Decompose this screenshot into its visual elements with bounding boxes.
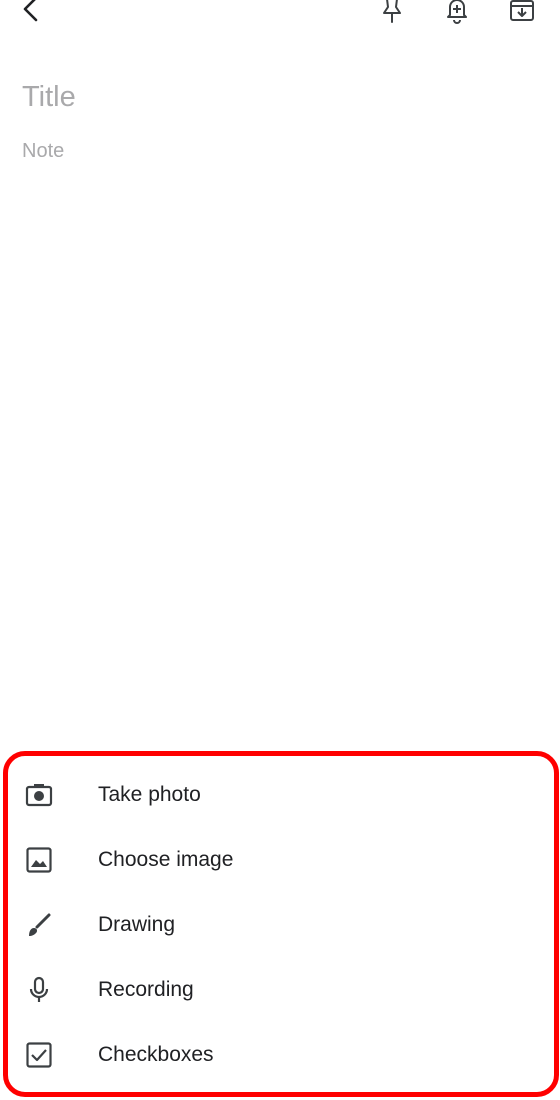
recording-label: Recording <box>98 978 194 1001</box>
drawing-label: Drawing <box>98 913 176 936</box>
microphone-icon <box>25 976 53 1004</box>
brush-icon <box>25 911 53 939</box>
archive-icon <box>510 0 534 21</box>
pin-icon <box>383 0 401 23</box>
reminder-button[interactable] <box>439 0 475 28</box>
note-title-field[interactable]: Title <box>22 78 522 116</box>
image-icon <box>25 846 53 874</box>
archive-button[interactable] <box>504 0 540 28</box>
checkboxes-option[interactable]: Checkboxes <box>8 1025 554 1085</box>
take-photo-label: Take photo <box>98 783 201 806</box>
choose-image-option[interactable]: Choose image <box>8 830 554 890</box>
chevron-left-icon <box>23 0 38 22</box>
drawing-option[interactable]: Drawing <box>8 895 554 955</box>
checkbox-icon <box>25 1041 53 1069</box>
add-attachment-menu: Take photo Choose image Drawing Recordin… <box>3 751 559 1097</box>
choose-image-label: Choose image <box>98 848 234 871</box>
note-body-field[interactable]: Note <box>22 138 522 164</box>
back-button[interactable] <box>12 0 48 28</box>
pin-button[interactable] <box>374 0 410 28</box>
take-photo-option[interactable]: Take photo <box>8 765 554 825</box>
checkboxes-label: Checkboxes <box>98 1043 214 1066</box>
add-alert-icon <box>447 0 467 24</box>
note-toolbar <box>0 0 560 30</box>
recording-option[interactable]: Recording <box>8 960 554 1020</box>
camera-icon <box>25 781 53 809</box>
